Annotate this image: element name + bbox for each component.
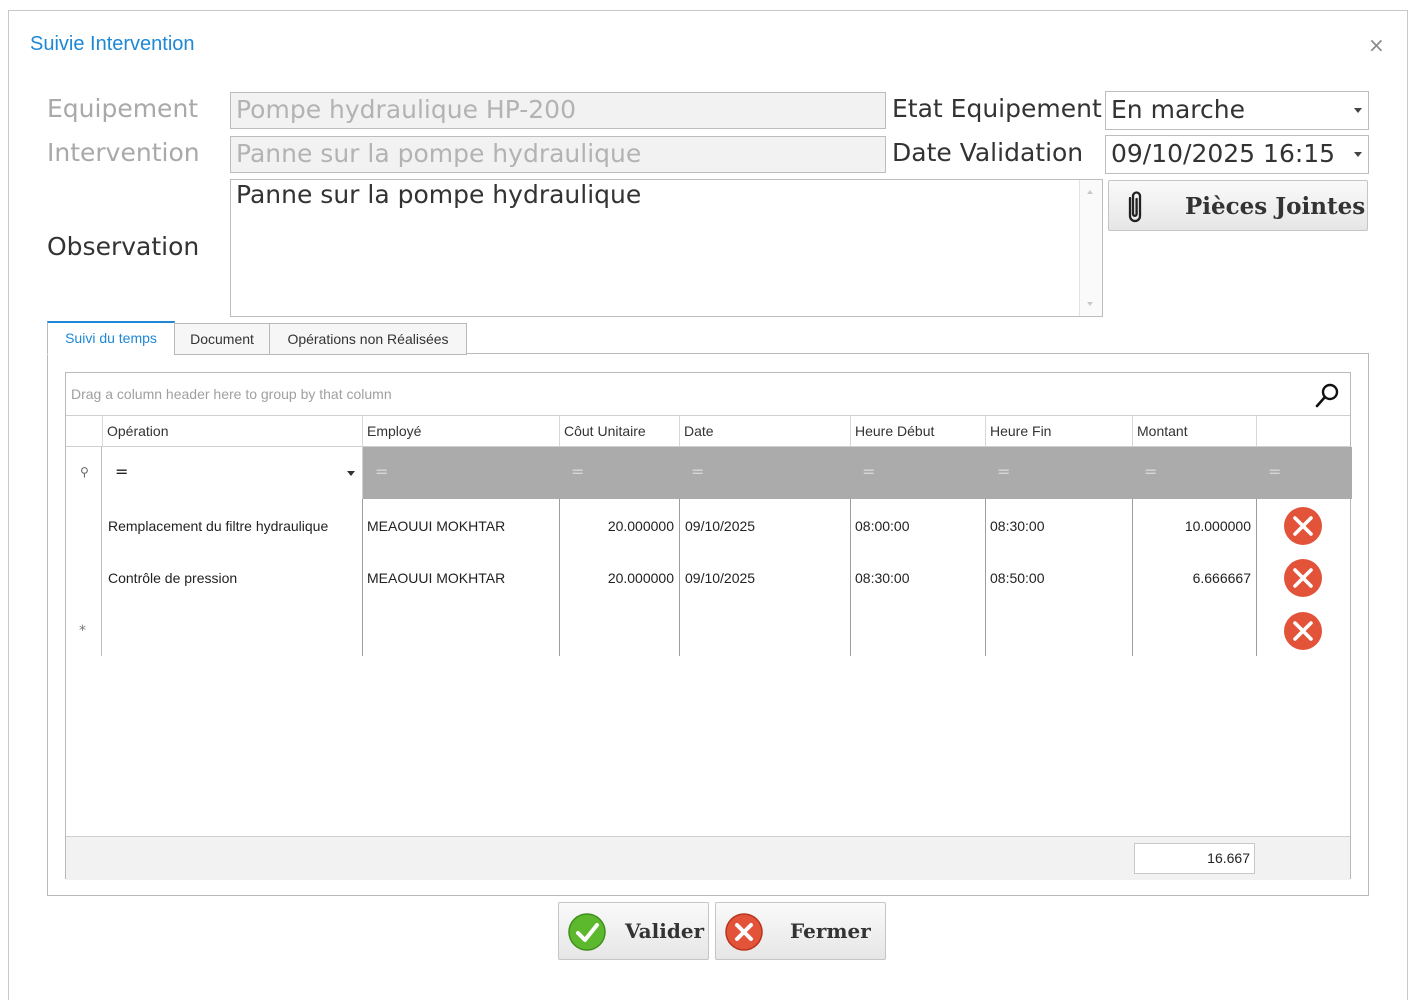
cell-employe[interactable]: MEAOUUI MOKHTAR xyxy=(367,518,505,534)
fermer-button[interactable]: Fermer xyxy=(715,902,886,960)
chevron-down-icon[interactable] xyxy=(347,471,355,476)
filter-equals: = xyxy=(571,462,585,481)
date-validation-value: 09/10/2025 16:15 xyxy=(1111,139,1336,168)
col-header-montant[interactable]: Montant xyxy=(1133,416,1257,446)
cell-heure-debut[interactable]: 08:00:00 xyxy=(855,518,910,534)
col-header-employe[interactable]: Employé xyxy=(363,416,560,446)
etat-equipement-select[interactable]: En marche xyxy=(1105,91,1369,130)
cell-operation[interactable]: Contrôle de pression xyxy=(108,570,237,586)
filter-equals: = xyxy=(1144,462,1158,481)
memo-scrollbar[interactable] xyxy=(1079,180,1102,316)
delete-row-icon[interactable] xyxy=(1283,611,1323,651)
scroll-down-icon[interactable] xyxy=(1087,302,1093,306)
delete-row-icon[interactable] xyxy=(1283,506,1323,546)
close-circle-icon xyxy=(724,912,764,956)
etat-equipement-label: Etat Equipement xyxy=(892,94,1102,123)
close-icon[interactable]: × xyxy=(1368,33,1385,57)
cell-date[interactable]: 09/10/2025 xyxy=(685,518,755,534)
etat-equipement-value: En marche xyxy=(1111,95,1245,124)
cell-montant[interactable]: 6.666667 xyxy=(1133,570,1251,586)
col-header-heure-fin[interactable]: Heure Fin xyxy=(986,416,1133,446)
observation-label: Observation xyxy=(47,232,200,261)
chevron-down-icon[interactable] xyxy=(1354,152,1362,157)
filter-equals: = xyxy=(1268,462,1282,481)
observation-text: Panne sur la pompe hydraulique xyxy=(236,180,642,209)
intervention-field[interactable]: Panne sur la pompe hydraulique xyxy=(230,136,886,173)
equipement-label: Equipement xyxy=(47,94,199,123)
paperclip-icon xyxy=(1123,189,1147,229)
column-separator xyxy=(679,499,680,656)
col-header-heure-debut[interactable]: Heure Début xyxy=(851,416,986,446)
cell-employe[interactable]: MEAOUUI MOKHTAR xyxy=(367,570,505,586)
filter-equals: = xyxy=(997,462,1011,481)
group-panel[interactable]: Drag a column header here to group by th… xyxy=(66,373,1350,416)
observation-memo[interactable]: Panne sur la pompe hydraulique xyxy=(230,179,1103,317)
filter-equals: = xyxy=(691,462,705,481)
checkmark-icon xyxy=(567,912,607,956)
scroll-up-icon[interactable] xyxy=(1087,190,1093,194)
filter-equals: = xyxy=(375,462,389,481)
pin-icon: ⚲ xyxy=(80,465,89,479)
cell-heure-debut[interactable]: 08:30:00 xyxy=(855,570,910,586)
cell-heure-fin[interactable]: 08:50:00 xyxy=(990,570,1045,586)
time-tracking-grid: Drag a column header here to group by th… xyxy=(65,372,1352,880)
cell-operation[interactable]: Remplacement du filtre hydraulique xyxy=(108,518,328,534)
filter-equals: = xyxy=(115,462,129,481)
cell-heure-fin[interactable]: 08:30:00 xyxy=(990,518,1045,534)
attachments-label: Pièces Jointes xyxy=(1185,193,1366,220)
cell-date[interactable]: 09/10/2025 xyxy=(685,570,755,586)
row-indicator-column: ⚲ * xyxy=(66,447,102,656)
valider-button[interactable]: Valider xyxy=(558,902,709,960)
intervention-label: Intervention xyxy=(47,138,200,167)
date-validation-picker[interactable]: 09/10/2025 16:15 xyxy=(1105,135,1369,174)
delete-row-icon[interactable] xyxy=(1283,558,1323,598)
col-header-cout-unitaire[interactable]: Côut Unitaire xyxy=(560,416,680,446)
montant-total: 16.667 xyxy=(1134,843,1255,874)
new-row-icon: * xyxy=(79,623,86,639)
group-panel-text: Drag a column header here to group by th… xyxy=(71,386,392,402)
column-separator xyxy=(850,499,851,656)
col-header-actions xyxy=(1257,416,1350,446)
cell-cout-unitaire[interactable]: 20.000000 xyxy=(560,518,674,534)
col-header-date[interactable]: Date xyxy=(680,416,851,446)
column-separator xyxy=(985,499,986,656)
window-title: Suivie Intervention xyxy=(30,33,195,55)
tab-document[interactable]: Document xyxy=(174,323,270,355)
col-header-operation[interactable]: Opération xyxy=(103,416,363,446)
chevron-down-icon[interactable] xyxy=(1354,108,1362,113)
grid-footer: 16.667 xyxy=(66,836,1350,880)
date-validation-label: Date Validation xyxy=(892,138,1084,167)
cell-montant[interactable]: 10.000000 xyxy=(1133,518,1251,534)
filter-operation[interactable]: = xyxy=(103,447,363,499)
fermer-label: Fermer xyxy=(790,919,871,943)
filter-equals: = xyxy=(862,462,876,481)
tab-operations-non-realisees[interactable]: Opérations non Réalisées xyxy=(269,323,467,355)
valider-label: Valider xyxy=(625,919,705,943)
filter-row-cells[interactable]: = = = = = = = xyxy=(363,447,1352,499)
tab-suivi-du-temps[interactable]: Suivi du temps xyxy=(47,321,175,355)
attachments-button[interactable]: Pièces Jointes xyxy=(1108,180,1368,231)
column-separator xyxy=(362,499,363,656)
cell-cout-unitaire[interactable]: 20.000000 xyxy=(560,570,674,586)
header-indicator xyxy=(66,416,103,446)
equipement-field[interactable]: Pompe hydraulique HP-200 xyxy=(230,92,886,129)
column-separator xyxy=(1256,499,1257,656)
search-icon[interactable] xyxy=(1314,381,1342,413)
